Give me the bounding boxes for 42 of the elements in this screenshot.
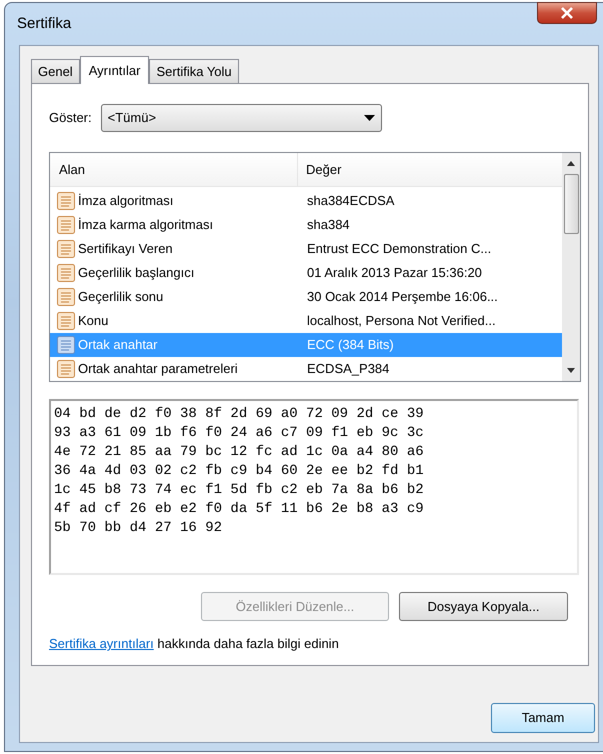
field-name: Konu: [78, 312, 108, 330]
hex-line: 93 a3 61 09 1b f6 f0 24 a6 c7 09 f1 eb 9c 3c: [54, 424, 425, 443]
info-sentence: Sertifika ayrıntıları hakkında daha fazla bilgi edinin: [49, 635, 340, 653]
field-value: localhost, Persona Not Verified...: [306, 312, 496, 330]
field-name: Geçerlilik başlangıcı: [78, 264, 194, 282]
hex-line: 5b 70 bb d4 27 16 92: [54, 519, 224, 538]
tab[interactable]: Ayrıntılar: [80, 56, 150, 84]
field-value: ECDSA_P384: [306, 360, 390, 378]
show-dropdown[interactable]: <Tümü>: [100, 104, 382, 132]
field-value: sha384ECDSA: [306, 192, 394, 210]
hex-line: 4e 72 21 85 aa 79 bc 12 fc ad 1c 0a a4 80 a6: [54, 443, 425, 462]
field-value: 01 Aralık 2013 Pazar 15:36:20: [306, 264, 482, 282]
tab[interactable]: Sertifika Yolu: [149, 59, 239, 83]
field-row[interactable]: Sertifikayı Veren Entrust ECC Demonstration C...: [50, 237, 562, 261]
field-row[interactable]: Ortak anahtar parametreleri ECDSA_P384: [50, 357, 562, 381]
hex-line: 1c 45 b8 73 74 ec f1 5d fb c2 eb 7a 8a b6 b2: [54, 481, 425, 500]
certificate-details-link[interactable]: Sertifika ayrıntıları: [49, 636, 154, 651]
field-name: Geçerlilik sonu: [78, 288, 164, 306]
field-value: sha384: [306, 216, 350, 234]
field-name: Sertifikayı Veren: [78, 240, 173, 258]
tab[interactable]: Genel: [31, 59, 80, 83]
ok-button[interactable]: Tamam: [491, 703, 595, 733]
hex-line: 04 bd de d2 f0 38 8f 2d 69 a0 72 09 2d ce 39: [54, 405, 425, 424]
field-row[interactable]: Geçerlilik sonu 30 Ocak 2014 Perşembe 16:06...: [50, 285, 562, 309]
hex-line: 4f ad cf 26 eb e2 f0 da 5f 11 b6 2e b8 a3 c9: [54, 500, 425, 519]
field-name: İmza karma algoritması: [78, 216, 214, 234]
field-value: 30 Ocak 2014 Perşembe 16:06...: [306, 288, 498, 306]
field-row[interactable]: İmza algoritması sha384ECDSA: [50, 189, 562, 213]
field-value: ECC (384 Bits): [306, 336, 394, 354]
field-name: Ortak anahtar: [78, 336, 158, 354]
hex-line: 36 4a 4d 03 02 c2 fb c9 b4 60 2e ee b2 fd b1: [54, 462, 425, 481]
column-header[interactable]: Değer: [298, 153, 562, 186]
field-row[interactable]: İmza karma algoritması sha384: [50, 213, 562, 237]
action-button[interactable]: Dosyaya Kopyala...: [399, 592, 568, 621]
field-row[interactable]: Konu localhost, Persona Not Verified...: [50, 309, 562, 333]
window-title: Sertifika: [17, 14, 72, 34]
field-value: Entrust ECC Demonstration C...: [306, 240, 492, 258]
column-header[interactable]: Alan: [50, 153, 298, 186]
show-label: Göster:: [49, 109, 92, 128]
field-name: Ortak anahtar parametreleri: [78, 360, 238, 378]
field-name: İmza algoritması: [78, 192, 174, 210]
field-row[interactable]: Geçerlilik başlangıcı 01 Aralık 2013 Pazar 15:36:20: [50, 261, 562, 285]
